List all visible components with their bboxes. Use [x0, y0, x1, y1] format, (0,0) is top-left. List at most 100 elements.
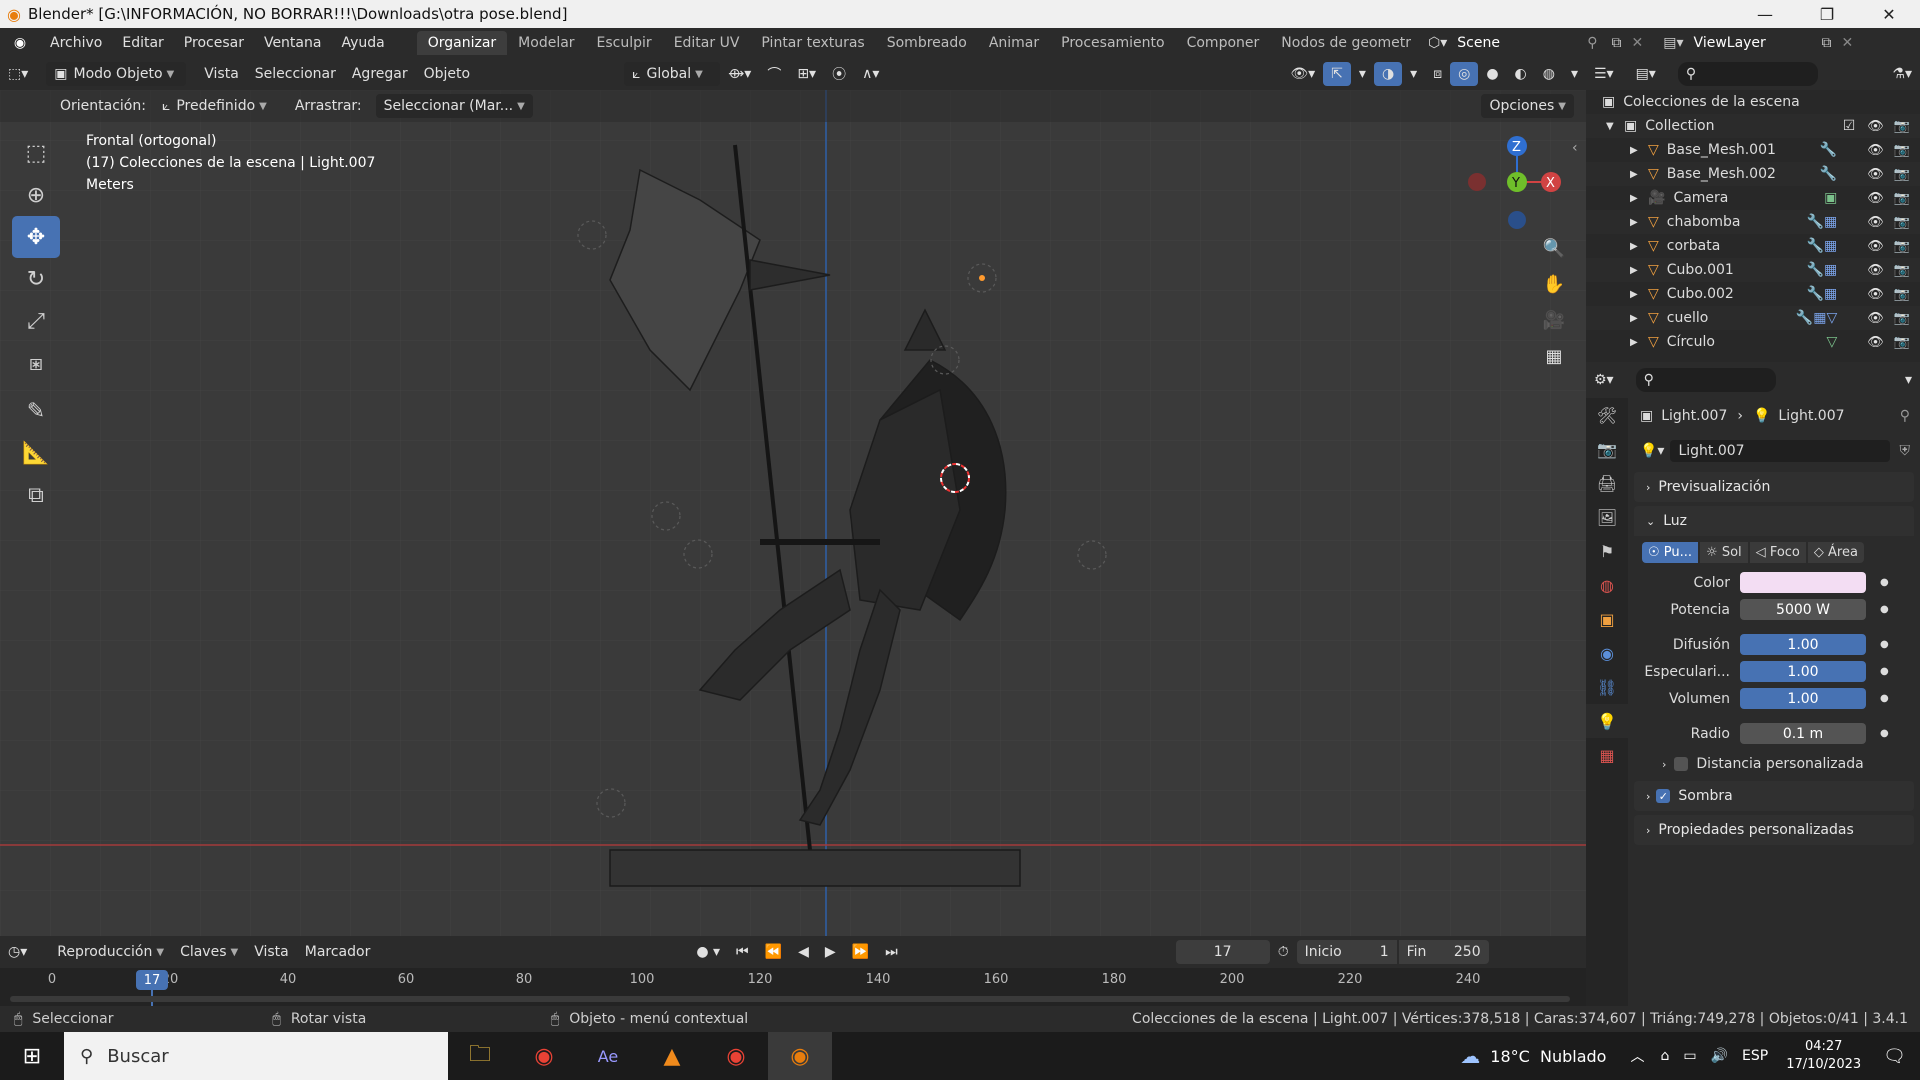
outliner-item[interactable]: ▶ 🎥 Camera ▣ 👁 📷	[1586, 186, 1920, 210]
annotate-tool-icon[interactable]: ✎	[12, 390, 60, 432]
render-tab-icon[interactable]: 📷	[1586, 432, 1628, 466]
shadow-checkbox[interactable]: ✓	[1656, 789, 1671, 803]
menu-seleccionar[interactable]: Seleccionar	[247, 62, 344, 86]
timeline-track[interactable]: 0 20 40 60 80 100 120 140 160 180 200 220 240 17	[0, 968, 1586, 1006]
viewlayer-name-field[interactable]: ViewLayer	[1694, 35, 1822, 51]
neg-z-axis-handle[interactable]	[1508, 211, 1526, 229]
object-tab-icon[interactable]: ▣	[1586, 602, 1628, 636]
eye-icon[interactable]: 👁	[1867, 263, 1884, 278]
move-tool-icon[interactable]: ✥	[12, 216, 60, 258]
zoom-icon[interactable]: 🔍	[1536, 230, 1572, 266]
pin-icon[interactable]: ⚲	[1900, 408, 1910, 424]
after-effects-icon[interactable]: Ae	[576, 1032, 640, 1080]
start-frame-field[interactable]: Inicio 1	[1296, 940, 1397, 964]
expand-icon[interactable]: ▶	[1630, 193, 1648, 204]
chrome-profile-icon[interactable]: ◉	[704, 1032, 768, 1080]
expand-icon[interactable]: ▶	[1630, 265, 1648, 276]
preview-range-icon[interactable]: ⏱	[1270, 940, 1297, 964]
camera-render-icon[interactable]: 📷	[1894, 287, 1910, 302]
outliner-item[interactable]: ▶ ▽ Círculo ▽ 👁 📷	[1586, 330, 1920, 354]
notifications-icon[interactable]: 🗨	[1883, 1046, 1906, 1067]
snap-target-icon[interactable]: ⊞▾	[789, 62, 824, 86]
delete-viewlayer-icon[interactable]: ✕	[1842, 35, 1854, 51]
eye-icon[interactable]: 👁	[1867, 119, 1884, 134]
expand-icon[interactable]: ▶	[1630, 289, 1648, 300]
scene-name-field[interactable]: Scene	[1457, 35, 1587, 51]
snap-icon[interactable]: ⌒	[759, 62, 789, 86]
falloff-icon[interactable]: ∧▾	[854, 62, 887, 86]
shading-dropdown-icon[interactable]: ▾	[1563, 62, 1586, 86]
viewport-canvas[interactable]	[0, 90, 1586, 936]
datablock-name-field[interactable]: Light.007	[1670, 440, 1890, 462]
xray-icon[interactable]: ⧈	[1425, 62, 1450, 86]
tray-chevron-icon[interactable]: ︿	[1630, 1046, 1644, 1066]
light-datablock-icon[interactable]: 💡▾	[1640, 443, 1664, 459]
pivot-icon[interactable]: ⟴▾	[720, 62, 759, 86]
timeline-editor-icon[interactable]: ◷▾	[0, 940, 35, 964]
diffuse-field[interactable]: 1.00	[1740, 634, 1866, 655]
overlays-dropdown-icon[interactable]: ▾	[1402, 62, 1425, 86]
play-icon[interactable]: ▶	[817, 940, 844, 964]
volume-icon[interactable]: 🔊	[1711, 1048, 1728, 1064]
panel-shadow[interactable]: › ✓ Sombra	[1634, 781, 1914, 811]
camera-render-icon[interactable]: 📷	[1894, 239, 1910, 254]
overlays-icon[interactable]: ◑	[1373, 62, 1403, 86]
expand-icon[interactable]: ▶	[1630, 217, 1648, 228]
keyframe-dot-icon[interactable]: ●	[1880, 693, 1889, 704]
3d-viewport[interactable]	[0, 90, 1586, 936]
specular-field[interactable]: 1.00	[1740, 661, 1866, 682]
blender-menu-icon[interactable]: ◉	[0, 35, 40, 51]
expand-icon[interactable]: ▶	[1630, 169, 1648, 180]
scene-icon[interactable]: ⬡▾	[1428, 35, 1447, 51]
eye-icon[interactable]: 👁	[1867, 215, 1884, 230]
outliner-item[interactable]: ▶ ▽ Base_Mesh.001 🔧 👁 📷	[1586, 138, 1920, 162]
add-cube-tool-icon[interactable]: ⧉	[12, 474, 60, 516]
gizmo-dropdown-icon[interactable]: ▾	[1351, 62, 1374, 86]
expand-icon[interactable]: ▶	[1630, 145, 1648, 156]
rendered-shading-icon[interactable]: ◍	[1535, 62, 1563, 86]
camera-render-icon[interactable]: 📷	[1894, 335, 1910, 350]
eye-icon[interactable]: 👁	[1867, 239, 1884, 254]
file-explorer-icon[interactable]: 🗀	[448, 1032, 512, 1080]
color-swatch[interactable]	[1740, 572, 1866, 593]
rotate-tool-icon[interactable]: ↻	[12, 258, 60, 300]
wireframe-shading-icon[interactable]: ◎	[1450, 62, 1479, 86]
expand-icon[interactable]: ▼	[1606, 121, 1624, 132]
gizmo-toggle-icon[interactable]: ⇱	[1323, 62, 1351, 86]
eye-icon[interactable]: 👁	[1867, 167, 1884, 182]
camera-render-icon[interactable]: 📷	[1894, 263, 1910, 278]
menu-editar[interactable]: Editar	[112, 35, 173, 51]
keyframe-dot-icon[interactable]: ●	[1880, 577, 1889, 588]
orientation-dropdown[interactable]: ⟀ Predefinido ▼	[154, 94, 275, 118]
weather-text[interactable]: 18°C Nublado	[1490, 1047, 1606, 1066]
custom-distance-checkbox[interactable]	[1674, 757, 1689, 771]
physics-tab-icon[interactable]: ◉	[1586, 636, 1628, 670]
constraints-tab-icon[interactable]: ⛓	[1586, 670, 1628, 704]
scene-tab-icon[interactable]: ⚑	[1586, 534, 1628, 568]
play-reverse-icon[interactable]: ◀	[790, 940, 817, 964]
tab-modelar[interactable]: Modelar	[507, 31, 585, 55]
outliner-root[interactable]: ▣ Colecciones de la escena	[1586, 90, 1920, 114]
keyframe-dot-icon[interactable]: ●	[1880, 666, 1889, 677]
menu-vista[interactable]: Vista	[196, 62, 247, 86]
properties-editor-icon[interactable]: ⚙▾	[1586, 368, 1622, 392]
maximize-button[interactable]: ❐	[1796, 0, 1858, 28]
tool-tab-icon[interactable]: 🛠	[1586, 398, 1628, 432]
light-type-point[interactable]: ☉ Pu...	[1642, 542, 1699, 563]
measure-tool-icon[interactable]: 📐	[12, 432, 60, 474]
eye-icon[interactable]: 👁	[1867, 311, 1884, 326]
properties-search-input[interactable]: ⚲	[1635, 368, 1776, 392]
auto-keying-icon[interactable]: ● ▾	[688, 940, 728, 964]
camera-render-icon[interactable]: 📷	[1894, 167, 1910, 182]
tab-organizar[interactable]: Organizar	[416, 31, 508, 55]
camera-render-icon[interactable]: 📷	[1894, 311, 1910, 326]
camera-render-icon[interactable]: 📷	[1894, 191, 1910, 206]
tab-nodos-geometria[interactable]: Nodos de geometr	[1270, 31, 1422, 55]
jump-next-key-icon[interactable]: ⏩	[844, 940, 877, 964]
power-field[interactable]: 5000 W	[1740, 599, 1866, 620]
blender-taskbar-icon[interactable]: ◉	[768, 1032, 832, 1080]
eye-icon[interactable]: 👁	[1867, 287, 1884, 302]
display-icon[interactable]: ▭	[1683, 1048, 1696, 1064]
cursor-tool-icon[interactable]: ⊕	[12, 174, 60, 216]
outliner-item[interactable]: ▶ ▽ chabomba 🔧▦ 👁 📷	[1586, 210, 1920, 234]
